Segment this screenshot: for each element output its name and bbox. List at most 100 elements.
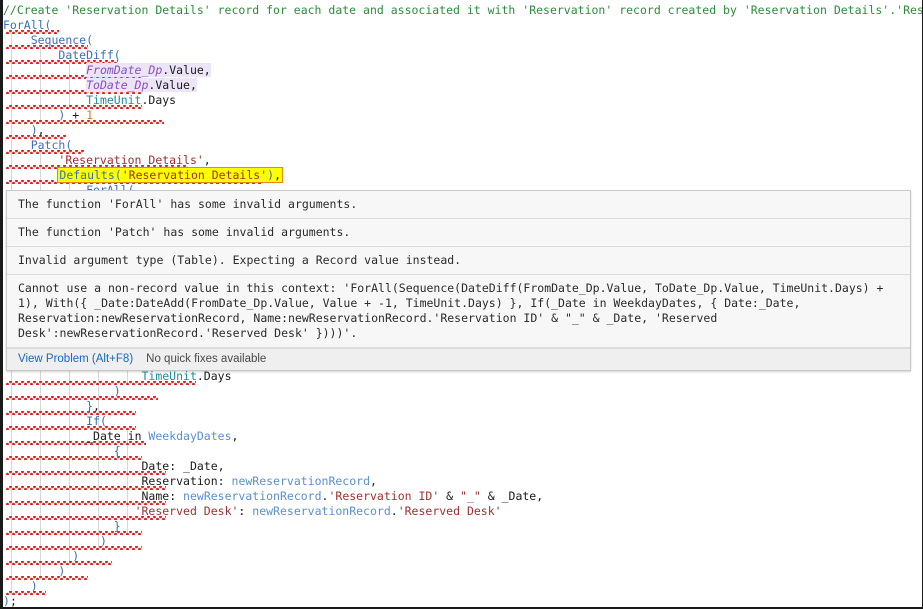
code-token: ( bbox=[44, 18, 52, 32]
code-line[interactable]: ) + 1 bbox=[3, 108, 922, 123]
error-detail-row: Cannot use a non-record value in this co… bbox=[7, 275, 910, 348]
code-token: TimeUnit bbox=[86, 93, 142, 107]
selected-text-highlight[interactable]: Defaults('Reservation Details'), bbox=[57, 167, 283, 183]
code-token: , bbox=[536, 489, 544, 503]
code-token: , bbox=[231, 429, 239, 443]
code-line[interactable]: TimeUnit.Days bbox=[3, 369, 922, 384]
code-token: ; bbox=[9, 594, 17, 608]
code-token: 'Reserved Desk' bbox=[134, 504, 239, 518]
code-line[interactable]: ) bbox=[3, 579, 922, 594]
code-line[interactable]: ) bbox=[3, 384, 922, 399]
code-token: Sequence bbox=[30, 33, 87, 47]
code-line[interactable]: FromDate_Dp.Value, bbox=[3, 63, 922, 78]
code-token: 'Reservation ID' bbox=[328, 489, 440, 503]
code-token: _Date bbox=[86, 429, 121, 443]
code-token: , bbox=[370, 474, 377, 488]
code-line[interactable]: Sequence( bbox=[3, 33, 922, 48]
formula-editor[interactable]: //Create 'Reservation Details' record fo… bbox=[0, 0, 923, 609]
error-message-row: Invalid argument type (Table). Expecting… bbox=[7, 247, 910, 275]
code-token: ( bbox=[65, 138, 73, 152]
code-line[interactable]: ) bbox=[3, 534, 922, 549]
code-token: TimeUnit bbox=[141, 369, 197, 383]
error-message-row: The function 'Patch' has some invalid ar… bbox=[7, 219, 910, 247]
code-line[interactable]: Patch( bbox=[3, 138, 922, 153]
code-token: . bbox=[390, 504, 398, 518]
code-line[interactable]: TimeUnit.Days bbox=[3, 93, 922, 108]
code-line[interactable]: ToDate_Dp.Value, bbox=[3, 78, 922, 93]
code-token: , bbox=[37, 123, 45, 137]
code-token: Defaults bbox=[59, 168, 115, 182]
code-line[interactable]: ), bbox=[3, 123, 922, 138]
code-token: DateDiff bbox=[58, 48, 114, 62]
code-token: ) bbox=[72, 549, 80, 563]
code-line[interactable]: _Date in WeekdayDates, bbox=[3, 429, 922, 444]
code-token: , bbox=[274, 168, 281, 182]
code-token: FromDate_Dp bbox=[86, 63, 163, 77]
code-line[interactable]: ForAll( bbox=[3, 18, 922, 33]
code-token: newReservationRecord bbox=[252, 504, 391, 518]
error-message-row: The function 'ForAll' has some invalid a… bbox=[7, 191, 910, 219]
code-token: Reservation bbox=[141, 474, 218, 488]
code-token: { bbox=[113, 444, 121, 458]
code-token: ( bbox=[114, 168, 122, 182]
code-line[interactable]: ) bbox=[3, 564, 922, 579]
code-line[interactable]: ); bbox=[3, 594, 922, 608]
code-token: "_" bbox=[460, 489, 481, 503]
code-line[interactable]: Defaults('Reservation Details'), bbox=[3, 167, 922, 183]
code-token: Patch bbox=[30, 138, 66, 152]
code-token: WeekdayDates bbox=[148, 429, 232, 443]
code-token: ) bbox=[99, 534, 107, 548]
code-token: ForAll bbox=[3, 18, 45, 32]
code-line[interactable]: Date: _Date, bbox=[3, 459, 922, 474]
code-token: : bbox=[169, 459, 184, 473]
code-line[interactable]: DateDiff( bbox=[3, 48, 922, 63]
code-line[interactable]: //Create 'Reservation Details' record fo… bbox=[3, 3, 922, 18]
code-line[interactable]: 'Reservation Details', bbox=[3, 153, 922, 168]
code-token: , bbox=[93, 399, 100, 413]
code-token: } bbox=[113, 519, 121, 533]
code-token: : bbox=[238, 504, 253, 518]
code-token: } bbox=[86, 399, 94, 413]
code-token: newReservationRecord bbox=[231, 474, 370, 488]
code-line[interactable]: ) bbox=[3, 549, 922, 564]
code-token: 'Reservation Details' bbox=[121, 168, 268, 182]
code-line[interactable]: }, bbox=[3, 399, 922, 414]
code-token: , bbox=[203, 153, 211, 167]
code-token: newReservationRecord bbox=[183, 489, 322, 503]
code-token: ) bbox=[30, 123, 38, 137]
code-token: ) bbox=[3, 594, 10, 608]
code-line[interactable]: If( bbox=[3, 414, 922, 429]
code-token: ( bbox=[86, 33, 94, 47]
code-line[interactable]: } bbox=[3, 519, 922, 534]
view-problem-link[interactable]: View Problem (Alt+F8) bbox=[18, 353, 133, 365]
quick-fix-status: No quick fixes available bbox=[146, 353, 267, 365]
code-line[interactable]: { bbox=[3, 444, 922, 459]
code-token: ToDate_Dp bbox=[86, 78, 149, 92]
code-line[interactable]: 'Reserved Desk': newReservationRecord.'R… bbox=[3, 504, 922, 519]
error-tooltip-panel[interactable]: The function 'ForAll' has some invalid a… bbox=[6, 190, 911, 371]
code-line[interactable]: Reservation: newReservationRecord, bbox=[3, 474, 922, 489]
code-line[interactable]: Name: newReservationRecord.'Reservation … bbox=[3, 489, 922, 504]
code-token: , bbox=[217, 459, 225, 473]
code-token: Name bbox=[141, 489, 170, 503]
